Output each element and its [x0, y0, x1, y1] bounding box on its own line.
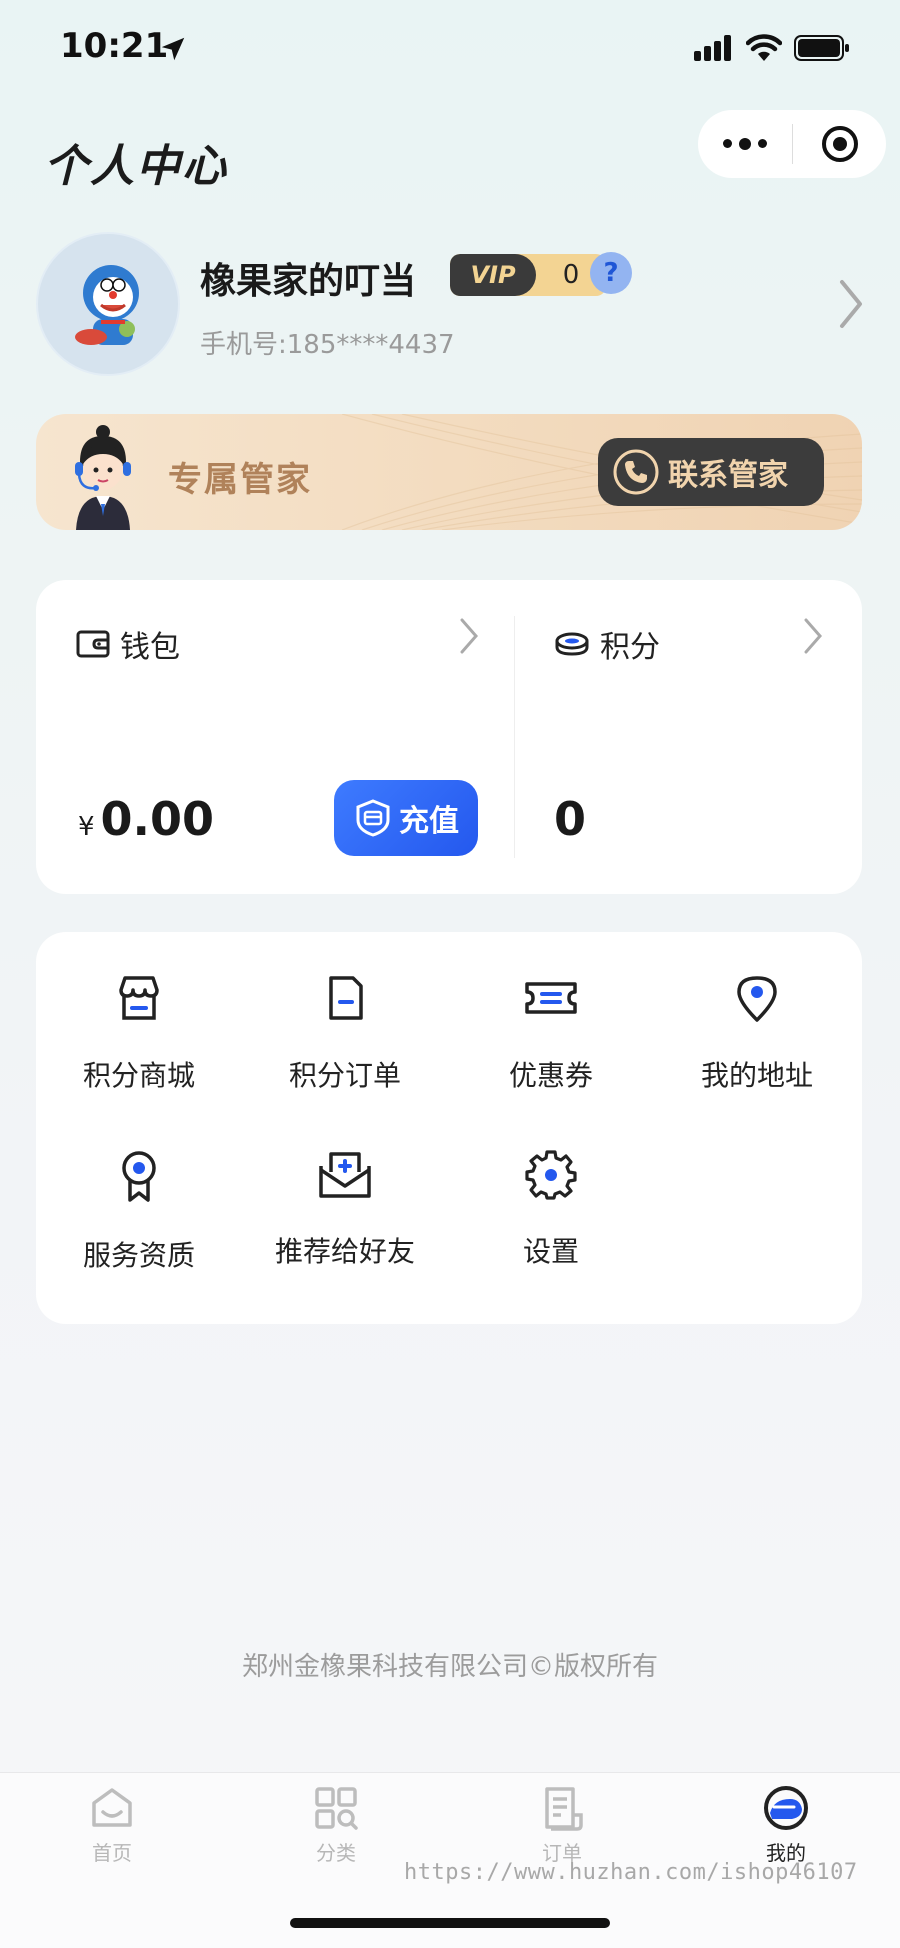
phone-number: 手机号:185****4437 — [200, 330, 455, 360]
wallet-title: 钱包 — [120, 630, 180, 665]
recharge-button[interactable]: 充值 — [334, 780, 478, 856]
status-time: 10:21 — [60, 26, 169, 66]
copyright-text: 郑州金橡果科技有限公司©版权所有 — [241, 1652, 658, 1682]
avatar[interactable] — [36, 232, 180, 376]
butler-label: 专属管家 — [168, 460, 312, 500]
more-dot-icon — [739, 137, 751, 150]
page-title: 个人中心 — [44, 141, 228, 192]
tab-label: 分类 — [316, 1841, 356, 1865]
status-bar: 10:21 — [0, 0, 900, 100]
envelope-share-icon — [315, 1148, 375, 1200]
service-label: 积分商城 — [82, 1059, 195, 1092]
phone-icon — [613, 449, 659, 495]
shield-card-icon — [356, 799, 390, 837]
contact-butler-label: 联系管家 — [668, 458, 788, 493]
tab-home[interactable]: 首页 — [52, 1785, 172, 1866]
wallet-chevron-right-icon[interactable] — [458, 616, 480, 656]
service-label: 我的地址 — [700, 1059, 813, 1092]
recharge-label: 充值 — [399, 804, 459, 839]
store-icon — [109, 972, 169, 1024]
points-title: 积分 — [600, 630, 660, 665]
contact-butler-button[interactable]: 联系管家 — [598, 438, 824, 506]
watermark-text: https://www.huzhan.com/ishop46107 — [404, 1860, 858, 1885]
profile-card[interactable]: 橡果家的叮当 VIP 0 ? 手机号:185****4437 — [36, 232, 866, 377]
more-menu-button[interactable] — [698, 137, 792, 150]
help-icon[interactable]: ? — [590, 252, 632, 294]
location-pin-icon — [727, 972, 787, 1024]
vip-badge[interactable]: VIP 0 — [450, 254, 606, 296]
service-recommend-friend[interactable]: 推荐给好友 — [242, 1108, 448, 1268]
home-indicator[interactable] — [290, 1918, 610, 1928]
points-chevron-right-icon[interactable] — [802, 616, 824, 656]
points-header[interactable]: 积分 — [554, 622, 660, 666]
battery-icon — [794, 35, 849, 61]
service-label: 优惠券 — [508, 1059, 593, 1092]
target-icon — [821, 126, 858, 162]
avatar-image — [75, 265, 139, 345]
wallet-balance-value: 0.00 — [100, 792, 215, 846]
more-dot-icon — [723, 138, 732, 148]
tab-mine[interactable]: 我的 — [726, 1785, 846, 1866]
currency-symbol: ¥ — [78, 812, 95, 842]
order-list-icon — [545, 1787, 583, 1831]
butler-avatar-icon — [75, 425, 131, 530]
assets-divider — [514, 616, 515, 858]
service-coupons[interactable]: 优惠券 — [448, 932, 654, 1092]
close-miniprogram-button[interactable] — [793, 124, 886, 164]
vip-tag: VIP — [450, 254, 536, 296]
status-indicators — [694, 34, 850, 62]
wallet-balance: ¥ 0.00 — [78, 792, 214, 846]
gear-icon — [521, 1148, 581, 1200]
location-arrow-icon — [161, 37, 185, 61]
service-points-mall[interactable]: 积分商城 — [36, 932, 242, 1092]
points-value: 0 — [554, 792, 587, 846]
service-points-orders[interactable]: 积分订单 — [242, 932, 448, 1092]
more-dot-icon — [758, 138, 767, 148]
service-label: 推荐给好友 — [274, 1235, 415, 1268]
service-label: 服务资质 — [82, 1239, 195, 1272]
award-ribbon-icon — [109, 1148, 169, 1204]
services-grid: 积分商城 积分订单 优惠券 我的地址 服务资质 推荐给好友 设置 — [36, 932, 862, 1324]
service-label: 积分订单 — [288, 1059, 401, 1092]
tab-label: 首页 — [92, 1841, 132, 1865]
butler-banner: 专属管家 联系管家 — [36, 414, 862, 530]
service-qualifications[interactable]: 服务资质 — [36, 1108, 242, 1272]
coin-stack-icon — [555, 632, 589, 656]
username: 橡果家的叮当 — [200, 261, 417, 302]
profile-icon — [764, 1786, 808, 1830]
category-grid-icon — [315, 1787, 358, 1830]
chevron-right-icon[interactable] — [836, 278, 866, 330]
service-settings[interactable]: 设置 — [448, 1108, 654, 1268]
wallet-header[interactable]: 钱包 — [76, 622, 180, 666]
wallet-icon — [76, 630, 110, 658]
wifi-icon — [746, 34, 782, 61]
coupon-icon — [521, 972, 581, 1024]
service-my-address[interactable]: 我的地址 — [654, 932, 860, 1092]
home-icon — [92, 1788, 132, 1827]
tab-category[interactable]: 分类 — [276, 1785, 396, 1866]
assets-card: 钱包 ¥ 0.00 充值 积分 0 — [36, 580, 862, 894]
cellular-signal-icon — [694, 35, 731, 61]
tab-orders[interactable]: 订单 — [502, 1785, 622, 1866]
miniprogram-capsule — [698, 110, 886, 178]
order-doc-icon — [315, 972, 375, 1024]
service-label: 设置 — [522, 1235, 579, 1268]
